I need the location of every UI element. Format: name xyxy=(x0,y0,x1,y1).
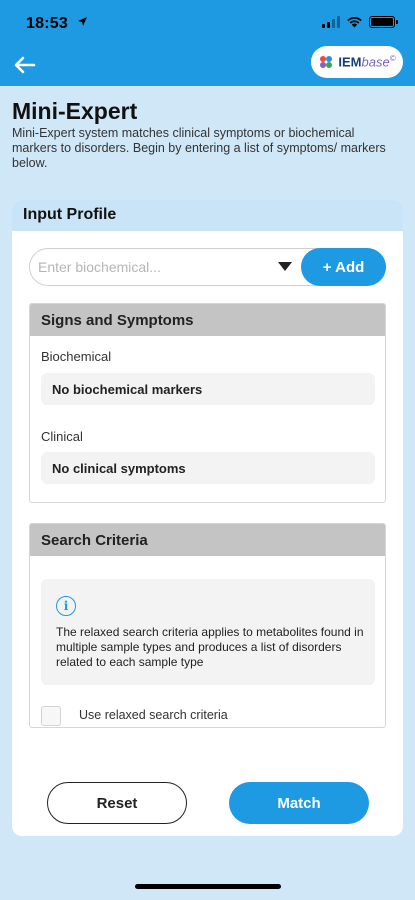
add-button[interactable]: + Add xyxy=(301,248,386,286)
info-box: i The relaxed search criteria applies to… xyxy=(41,579,375,685)
battery-icon xyxy=(369,16,398,28)
match-button[interactable]: Match xyxy=(229,782,369,824)
signs-symptoms-section: Signs and Symptoms Biochemical No bioche… xyxy=(29,303,386,503)
logo-copyright: © xyxy=(389,54,396,64)
logo-mark-icon xyxy=(320,56,333,68)
input-profile-card: Input Profile + Add Signs and Symptoms B… xyxy=(12,200,403,836)
app-bar: IEMbase© xyxy=(0,46,415,86)
signs-symptoms-header: Signs and Symptoms xyxy=(30,304,385,336)
back-arrow-icon xyxy=(14,56,36,74)
search-criteria-section: Search Criteria i The relaxed search cri… xyxy=(29,523,386,728)
home-indicator xyxy=(135,884,281,889)
info-icon: i xyxy=(56,596,76,616)
search-criteria-header: Search Criteria xyxy=(30,524,385,556)
wifi-icon xyxy=(347,17,362,28)
page-title: Mini-Expert xyxy=(12,98,138,124)
status-time: 18:53 xyxy=(26,15,68,32)
dropdown-caret-icon[interactable] xyxy=(278,262,292,271)
reset-button[interactable]: Reset xyxy=(47,782,187,824)
biochemical-search-input[interactable] xyxy=(38,257,268,277)
clinical-empty-state: No clinical symptoms xyxy=(41,452,375,484)
location-arrow-icon xyxy=(77,16,88,30)
clinical-label: Clinical xyxy=(41,429,83,444)
biochemical-label: Biochemical xyxy=(41,349,112,364)
status-bar: 18:53 xyxy=(0,0,415,46)
relaxed-search-checkbox[interactable] xyxy=(41,706,61,726)
page-description: Mini-Expert system matches clinical symp… xyxy=(12,126,386,170)
back-button[interactable] xyxy=(10,50,40,80)
logo-text-iem: IEM xyxy=(338,54,362,70)
relaxed-search-label[interactable]: Use relaxed search criteria xyxy=(79,708,228,722)
info-text: The relaxed search criteria applies to m… xyxy=(56,625,364,669)
biochemical-search: + Add xyxy=(29,248,386,286)
input-profile-header: Input Profile xyxy=(12,200,403,231)
logo-text-base: base xyxy=(361,54,390,70)
cellular-signal-icon xyxy=(322,16,340,28)
iembase-logo: IEMbase© xyxy=(311,46,403,78)
biochemical-empty-state: No biochemical markers xyxy=(41,373,375,405)
status-icons xyxy=(322,16,398,28)
